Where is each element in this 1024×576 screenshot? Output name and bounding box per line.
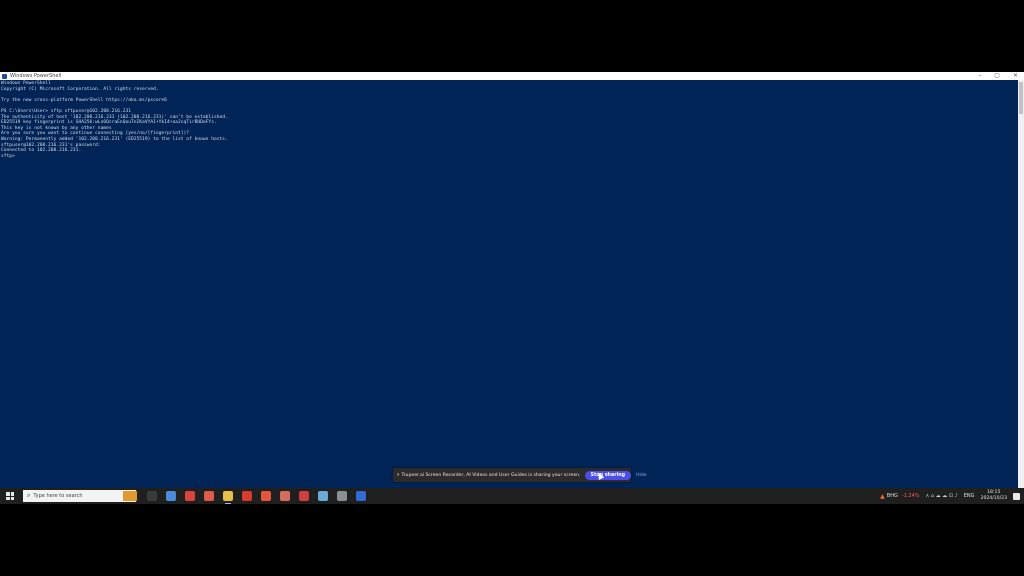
start-button[interactable]: [6, 492, 14, 500]
stock-widget-icon[interactable]: ▲: [880, 493, 885, 500]
taskbar-app-app-coral-icon[interactable]: [280, 491, 290, 501]
console-output[interactable]: Windows PowerShell Copyright (C) Microso…: [0, 80, 1016, 488]
window-title: Windows PowerShell: [10, 73, 62, 79]
share-message: Trupeer.ai Screen Recorder, AI Videos an…: [401, 472, 581, 478]
clock[interactable]: 18:15 2024/10/23: [981, 490, 1007, 502]
drag-handle-icon[interactable]: ⏸: [397, 472, 400, 478]
hide-button[interactable]: Hide: [636, 473, 646, 478]
taskbar-app-powershell-icon[interactable]: [356, 491, 366, 501]
taskbar-app-chrome-profile-icon[interactable]: [204, 491, 214, 501]
taskbar-app-pdf-reader-icon[interactable]: [242, 491, 252, 501]
console-scrollbar[interactable]: [1018, 80, 1024, 488]
search-placeholder: Type here to search: [33, 493, 83, 499]
taskbar-app-app-red-2-icon[interactable]: [299, 491, 309, 501]
taskbar-app-app-orange-icon[interactable]: [261, 491, 271, 501]
taskbar-app-photos-icon[interactable]: [337, 491, 347, 501]
clock-date: 2024/10/23: [980, 496, 1007, 501]
minimize-button[interactable]: –: [978, 72, 981, 80]
tray-icons[interactable]: ∧ ⌂ ☁ ☁ ⊡ ♪: [926, 493, 958, 499]
console-text: Windows PowerShell Copyright (C) Microso…: [1, 81, 228, 159]
scrollbar-thumb[interactable]: [1019, 82, 1023, 114]
taskbar-app-file-explorer-icon[interactable]: [223, 491, 233, 504]
search-icon: ⌕: [27, 492, 31, 499]
taskbar-app-chrome-icon[interactable]: [166, 491, 176, 501]
taskbar-app-app-red-icon[interactable]: [185, 491, 195, 501]
taskbar-app-cloud-app-icon[interactable]: [318, 491, 328, 501]
taskbar: ⌕ Type here to search ▲ BHG -1.24% ∧ ⌂ ☁…: [0, 488, 1024, 504]
powershell-icon: [2, 73, 7, 79]
stock-change[interactable]: -1.24%: [902, 493, 920, 499]
stop-sharing-button[interactable]: Stop sharing: [584, 470, 632, 480]
taskbar-apps: [147, 491, 366, 504]
stock-name[interactable]: BHG: [887, 493, 898, 499]
taskbar-app-task-view-icon[interactable]: [147, 491, 157, 501]
maximize-button[interactable]: ▢: [994, 72, 1000, 80]
search-box[interactable]: ⌕ Type here to search: [23, 490, 136, 502]
title-bar[interactable]: Windows PowerShell – ▢ ✕: [0, 72, 1024, 80]
language-indicator[interactable]: ENG: [964, 493, 975, 499]
screen-share-bar: ⏸ Trupeer.ai Screen Recorder, AI Videos …: [393, 468, 647, 482]
widget-icon[interactable]: [123, 491, 137, 501]
close-button[interactable]: ✕: [1013, 72, 1018, 80]
system-tray: ▲ BHG -1.24% ∧ ⌂ ☁ ☁ ⊡ ♪ ENG 18:15 2024/…: [880, 488, 1024, 504]
notification-icon[interactable]: [1013, 492, 1020, 500]
powershell-window: Windows PowerShell – ▢ ✕ Windows PowerSh…: [0, 72, 1024, 504]
